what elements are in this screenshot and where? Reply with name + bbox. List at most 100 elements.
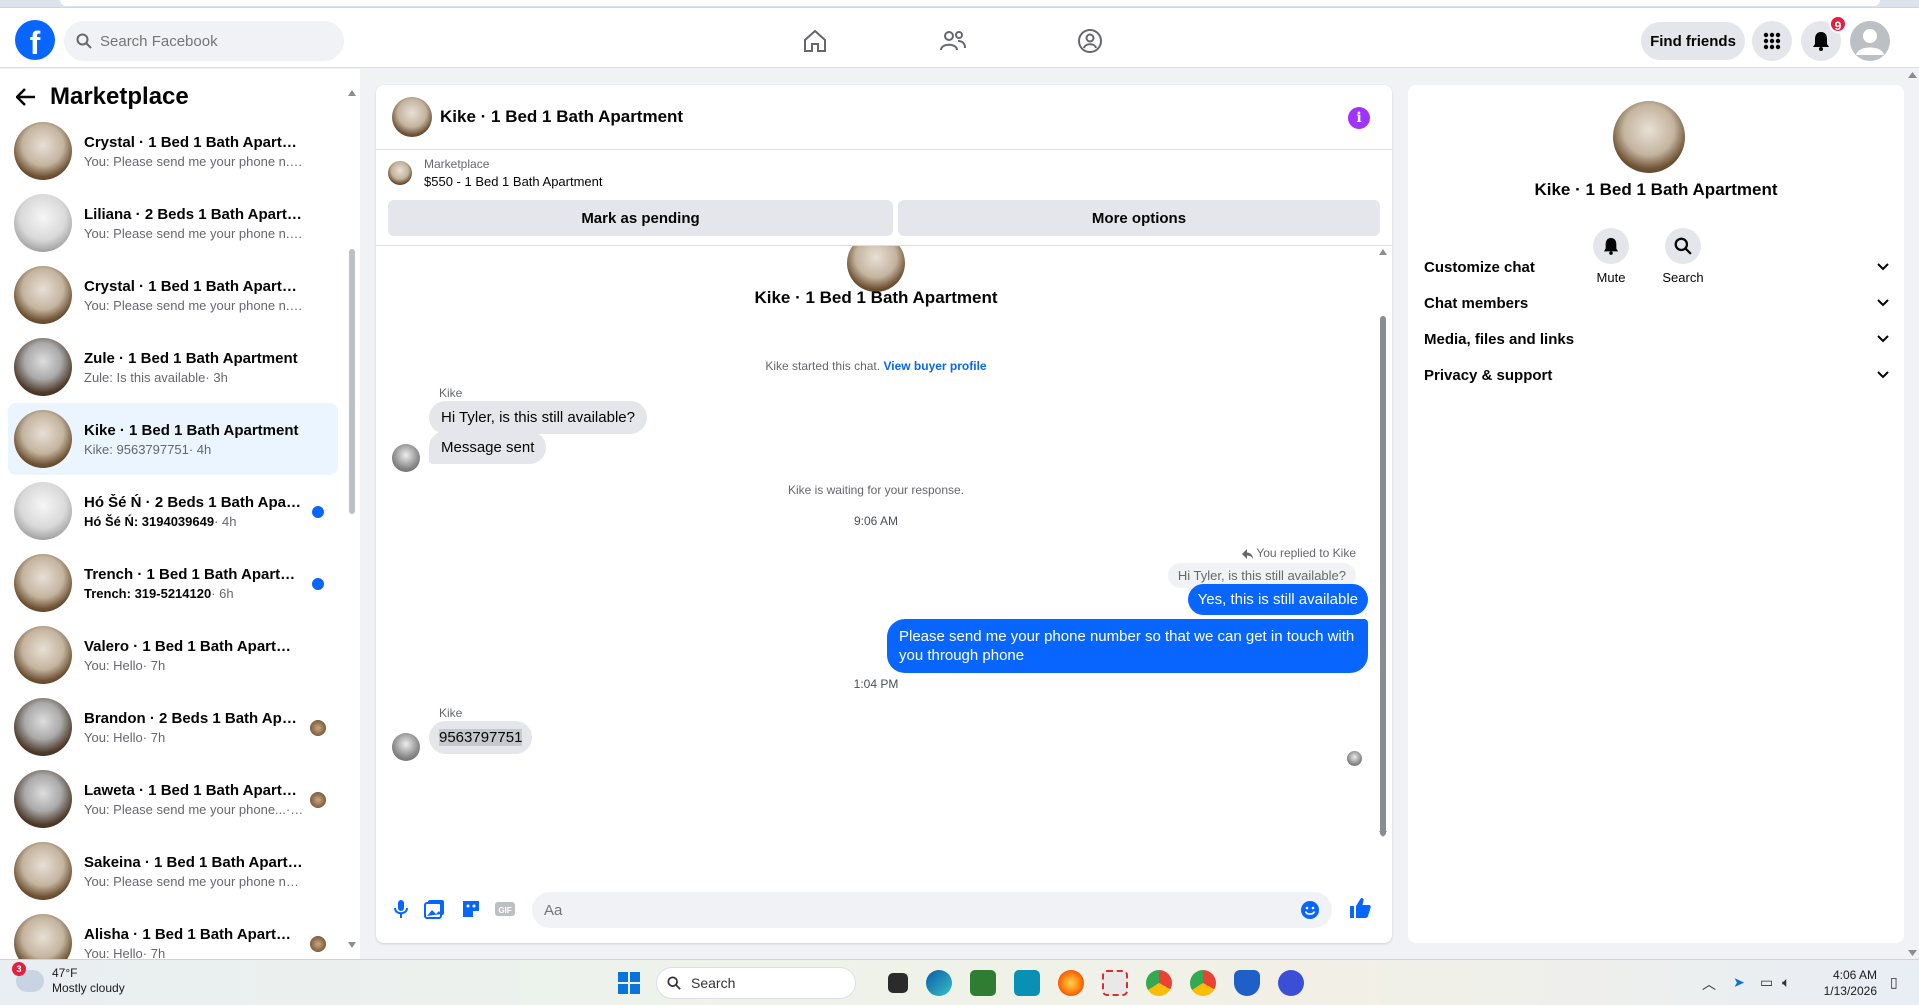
details-section-item[interactable]: Privacy & support bbox=[1424, 353, 1889, 397]
listing-thumbnail bbox=[14, 410, 72, 468]
chrome-profile-icon[interactable] bbox=[1190, 970, 1216, 996]
chat-started-notice: Kike started this chat. View buyer profi… bbox=[765, 359, 987, 373]
chat-title[interactable]: Kike · 1 Bed 1 Bath Apartment bbox=[440, 107, 683, 127]
taskbar-search[interactable]: Search bbox=[656, 967, 856, 999]
incoming-message-phone[interactable]: 9563797751 bbox=[429, 721, 533, 754]
conversation-title: Trench · 1 Bed 1 Bath Apartment bbox=[84, 565, 304, 583]
incoming-message[interactable]: Message sent bbox=[429, 431, 547, 464]
conversation-item[interactable]: Trench · 1 Bed 1 Bath Apartment Trench: 3… bbox=[8, 547, 338, 619]
listing-summary[interactable]: Marketplace $550 - 1 Bed 1 Bath Apartmen… bbox=[388, 157, 603, 189]
spreadsheet-app-icon[interactable] bbox=[970, 970, 996, 996]
message-sender: Kike bbox=[439, 386, 463, 400]
thumbs-up-icon[interactable] bbox=[1348, 896, 1372, 920]
find-friends-button[interactable]: Find friends bbox=[1641, 22, 1745, 60]
outgoing-message[interactable]: Yes, this is still available bbox=[1187, 584, 1368, 615]
menu-grid-button[interactable] bbox=[1752, 21, 1792, 61]
weather-widget[interactable]: 3 47°F Mostly cloudy bbox=[12, 962, 125, 996]
incoming-message[interactable]: Hi Tyler, is this still available? bbox=[429, 401, 647, 434]
chat-avatar[interactable] bbox=[392, 97, 432, 137]
back-arrow-icon[interactable] bbox=[16, 88, 36, 106]
details-name: Kike · 1 Bed 1 Bath Apartment bbox=[1534, 180, 1778, 199]
conversation-item[interactable]: Brandon · 2 Beds 1 Bath Apart... You: Hel… bbox=[8, 691, 338, 763]
details-section-label: Customize chat bbox=[1424, 258, 1535, 276]
sender-avatar[interactable] bbox=[392, 733, 420, 761]
account-avatar-button[interactable] bbox=[1850, 21, 1890, 61]
network-icon[interactable]: ▭ bbox=[1760, 974, 1773, 991]
listing-thumbnail bbox=[14, 266, 72, 324]
system-clock[interactable]: 4:06 AM 1/13/2026 bbox=[1824, 967, 1877, 999]
conversation-preview: You: Please send me your phone n...· 4m bbox=[84, 297, 304, 313]
conversation-item[interactable]: Zule · 1 Bed 1 Bath Apartment Zule: Is th… bbox=[8, 331, 338, 403]
seen-avatar bbox=[310, 720, 326, 736]
notifications-button[interactable]: 9 bbox=[1801, 15, 1847, 61]
facebook-search[interactable] bbox=[64, 21, 344, 61]
notification-center-icon[interactable]: ▯ bbox=[1890, 974, 1898, 991]
thread-scrollbar[interactable] bbox=[1378, 246, 1388, 877]
conversation-item[interactable]: Liliana · 2 Beds 1 Bath Apartment You: Pl… bbox=[8, 187, 338, 259]
message-input-box[interactable] bbox=[532, 892, 1332, 928]
timestamp: 1:04 PM bbox=[853, 677, 899, 691]
listing-thumbnail bbox=[14, 122, 72, 180]
svg-text:GIF: GIF bbox=[498, 906, 511, 915]
scroll-up-arrow-icon[interactable] bbox=[348, 89, 356, 97]
conversation-preview: Zule: Is this available· 3h bbox=[84, 369, 228, 385]
listing-thumbnail bbox=[14, 770, 72, 828]
outgoing-message[interactable]: Please send me your phone number so that… bbox=[887, 619, 1368, 673]
chevron-up-icon[interactable]: ︿ bbox=[1702, 974, 1716, 994]
sender-avatar[interactable] bbox=[392, 444, 420, 472]
conversation-item[interactable]: Laweta · 1 Bed 1 Bath Apartme... You: Ple… bbox=[8, 763, 338, 835]
info-icon[interactable]: i bbox=[1348, 107, 1370, 129]
conversation-item[interactable]: Hó Šé Ń · 2 Beds 1 Bath Apart... Hó Šé Ń:… bbox=[8, 475, 338, 547]
search-input[interactable] bbox=[100, 32, 320, 50]
conversation-item[interactable]: Crystal · 1 Bed 1 Bath Apartment You: Ple… bbox=[8, 259, 338, 331]
listing-thumbnail bbox=[14, 626, 72, 684]
shield-app-icon[interactable] bbox=[1234, 970, 1260, 996]
friends-nav-icon[interactable] bbox=[936, 24, 970, 58]
conversation-preview: You: Please send me your phone n...· 4m bbox=[84, 225, 304, 241]
facebook-logo[interactable]: f bbox=[15, 20, 55, 60]
location-icon[interactable]: ➤ bbox=[1733, 974, 1745, 991]
conversation-item[interactable]: Crystal · 1 Bed 1 Bath Apartment You: Ple… bbox=[8, 115, 338, 187]
edge-browser-icon[interactable] bbox=[926, 970, 952, 996]
message-composer: GIF bbox=[376, 885, 1392, 935]
inbox-scrollbar[interactable] bbox=[348, 89, 356, 949]
windows-start-icon[interactable] bbox=[616, 970, 642, 996]
firefox-icon[interactable] bbox=[1058, 970, 1084, 996]
emoji-icon[interactable] bbox=[1300, 900, 1320, 920]
scroll-down-arrow-icon[interactable] bbox=[348, 941, 356, 949]
conversation-item[interactable]: Kike · 1 Bed 1 Bath Apartment Kike: 95637… bbox=[8, 403, 338, 475]
mark-as-pending-button[interactable]: Mark as pending bbox=[388, 200, 893, 236]
conversation-item[interactable]: Sakeina · 1 Bed 1 Bath Apartment You: Ple… bbox=[8, 835, 338, 907]
seen-avatar bbox=[310, 936, 326, 952]
message-input[interactable] bbox=[544, 901, 1244, 919]
listing-thumbnail bbox=[14, 698, 72, 756]
windows-taskbar: 3 47°F Mostly cloudy Search ︿ ➤ ▭ 🔈︎ 4:06… bbox=[0, 959, 1919, 1005]
gif-icon[interactable]: GIF bbox=[494, 898, 516, 920]
sticker-icon[interactable] bbox=[460, 898, 482, 920]
snipping-tool-icon[interactable] bbox=[1102, 970, 1128, 996]
groups-nav-icon[interactable] bbox=[1073, 24, 1107, 58]
chrome-icon[interactable] bbox=[1146, 970, 1172, 996]
more-options-button[interactable]: More options bbox=[898, 200, 1380, 236]
photo-icon[interactable] bbox=[424, 898, 446, 920]
home-nav-icon[interactable] bbox=[798, 24, 832, 58]
app-icon[interactable] bbox=[1278, 970, 1304, 996]
view-buyer-profile-link[interactable]: View buyer profile bbox=[883, 359, 986, 373]
task-view-icon[interactable] bbox=[888, 973, 908, 993]
conversation-preview: You: Please send me your phone n...· 4m bbox=[84, 153, 304, 169]
app-icon[interactable] bbox=[1014, 970, 1040, 996]
reply-icon bbox=[1242, 548, 1254, 559]
microphone-icon[interactable] bbox=[390, 898, 412, 920]
cloud-icon: 3 bbox=[12, 962, 44, 992]
listing-thumbnail bbox=[14, 194, 72, 252]
chat-header: Kike · 1 Bed 1 Bath Apartment i bbox=[376, 85, 1392, 150]
details-section-label: Media, files and links bbox=[1424, 330, 1575, 348]
details-avatar[interactable] bbox=[1613, 101, 1685, 173]
page-scrollbar[interactable] bbox=[1906, 69, 1919, 959]
volume-icon[interactable]: 🔈︎ bbox=[1782, 974, 1790, 991]
timestamp: 9:06 AM bbox=[853, 514, 899, 528]
conversation-title: Brandon · 2 Beds 1 Bath Apart... bbox=[84, 709, 304, 727]
message-sender: Kike bbox=[439, 706, 463, 720]
conversation-item[interactable]: Valero · 1 Bed 1 Bath Apartment You: Hell… bbox=[8, 619, 338, 691]
chat-panel: Kike · 1 Bed 1 Bath Apartment i Marketpl… bbox=[376, 85, 1392, 943]
